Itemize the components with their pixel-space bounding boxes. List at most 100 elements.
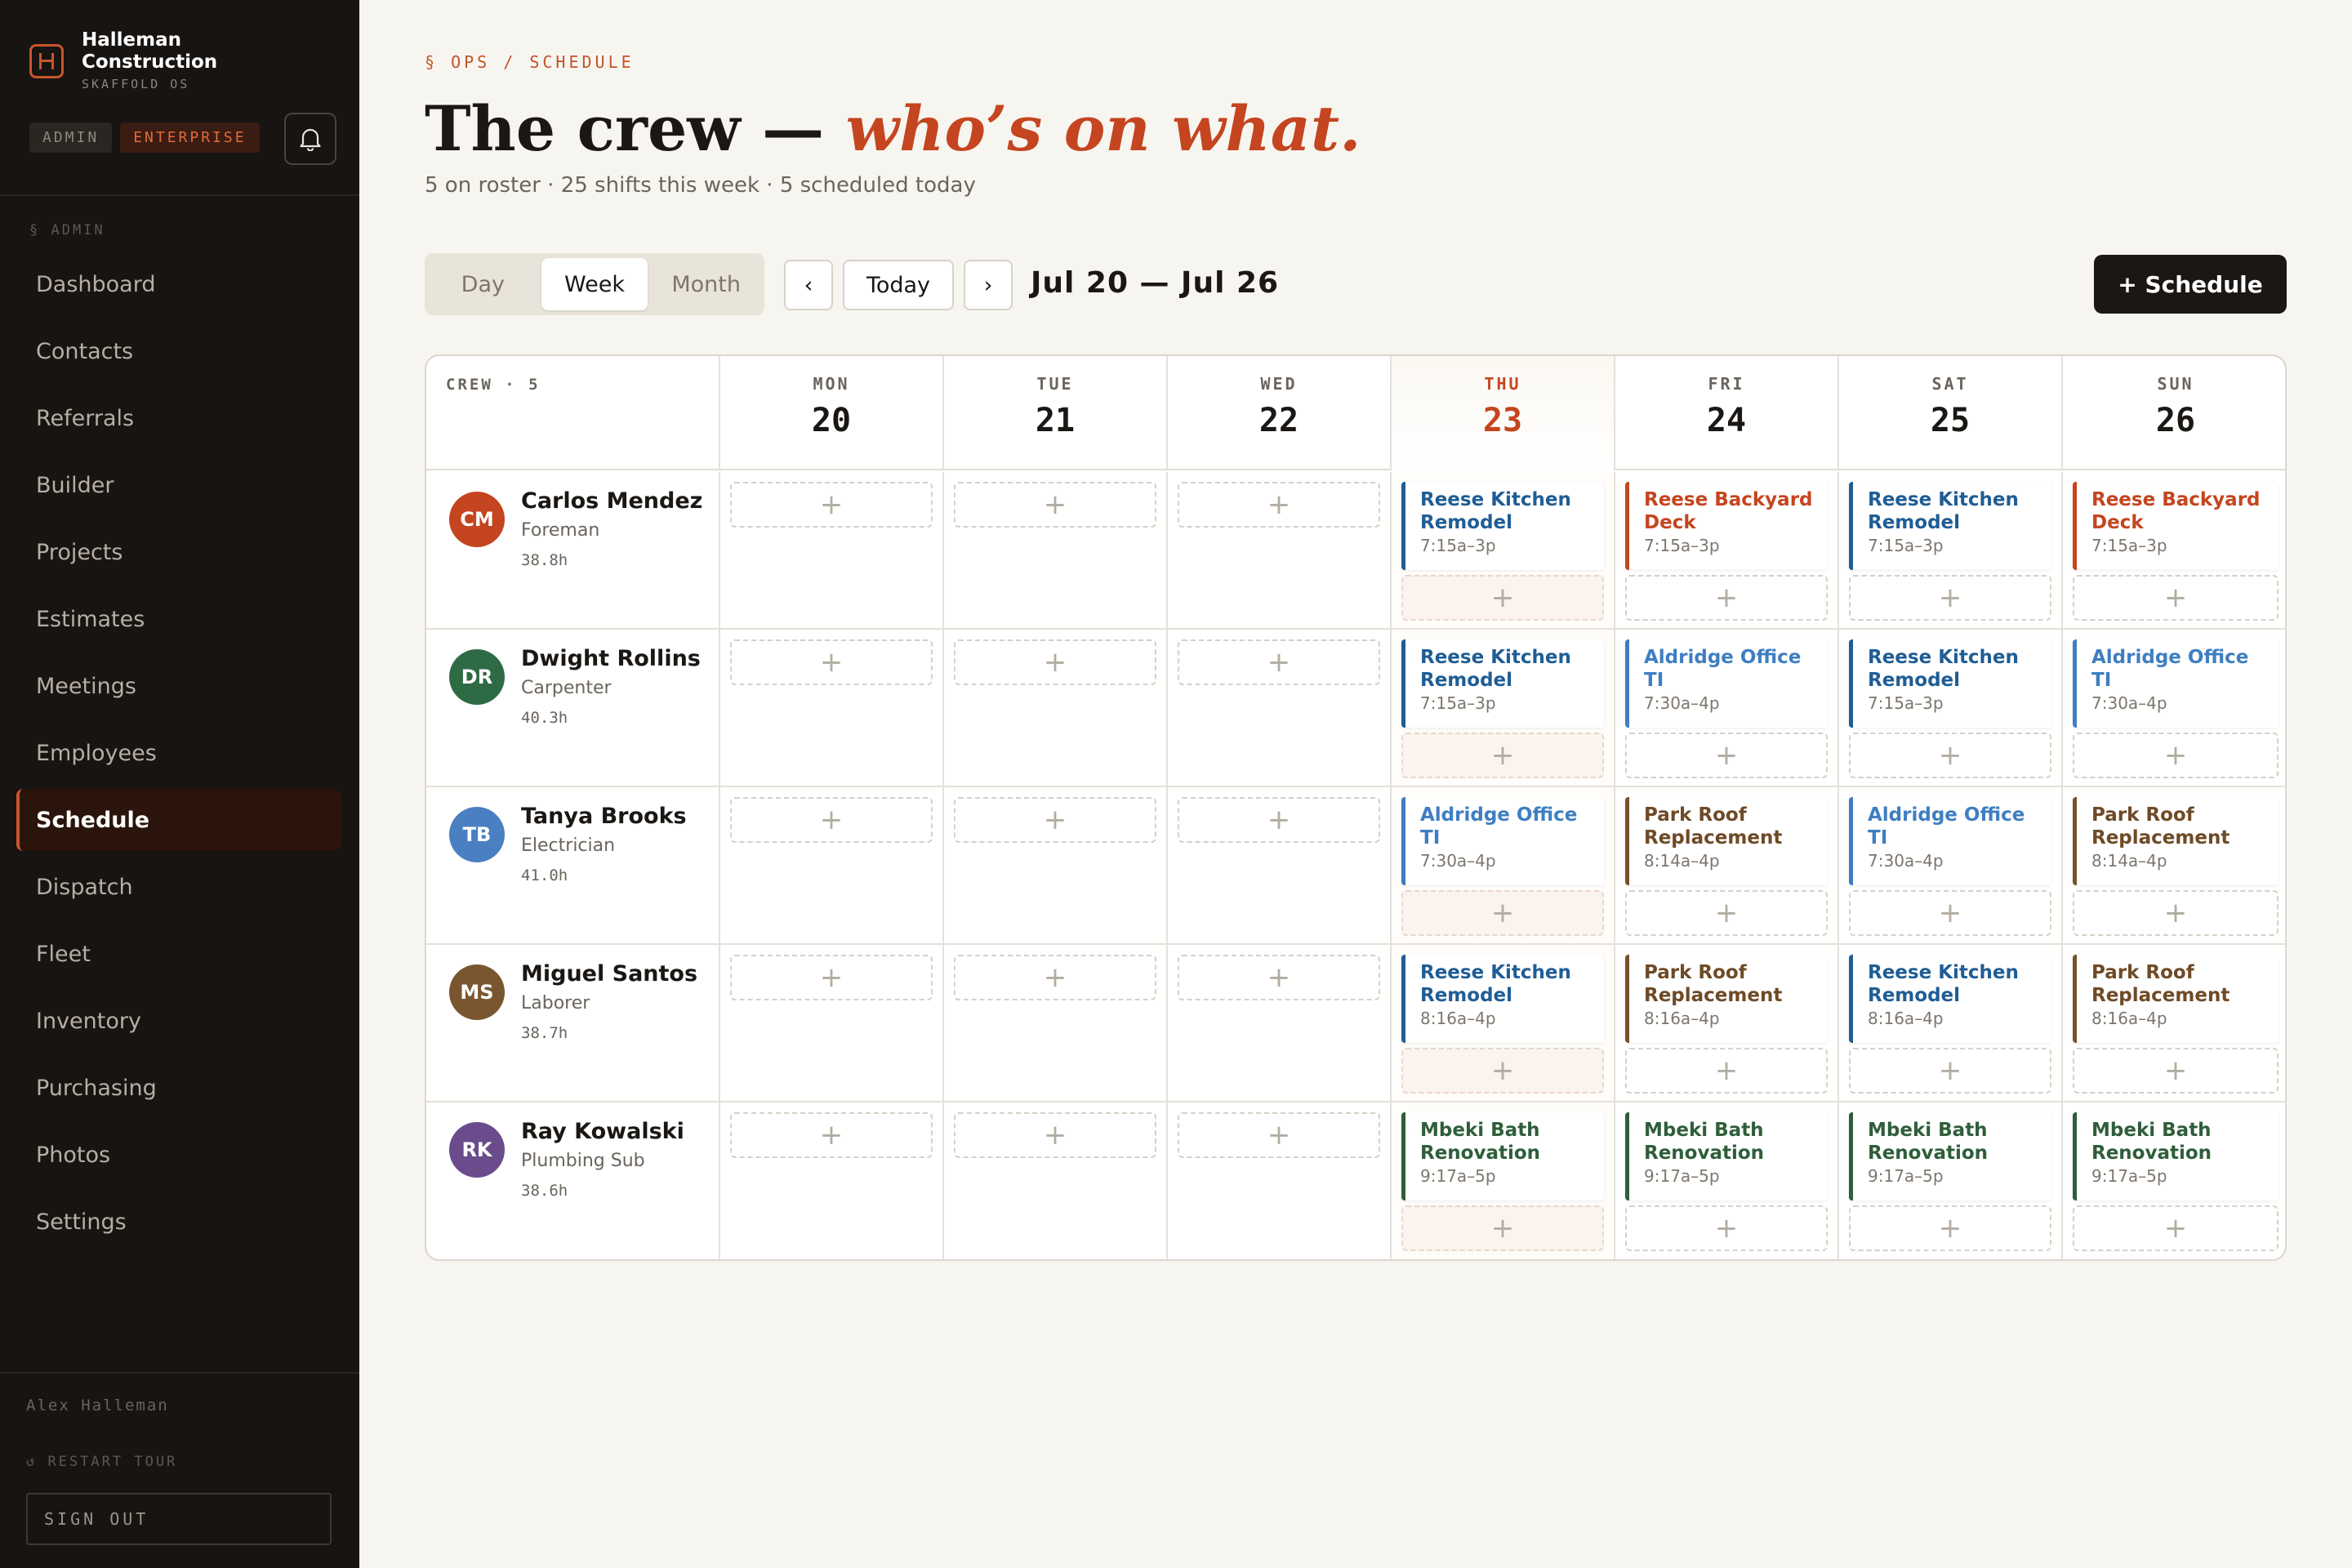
schedule-cell: + <box>1166 945 1390 1101</box>
sidebar-item-employees[interactable]: Employees <box>16 722 341 784</box>
add-shift-button[interactable]: + <box>1849 890 2051 936</box>
sidebar-nav: Dashboard Contacts Referrals Builder Project… <box>16 253 341 1258</box>
sidebar-item-schedule[interactable]: Schedule <box>16 789 341 851</box>
shift-card[interactable]: Aldridge Office TI 7:30a–4p <box>1401 797 1604 885</box>
add-shift-button[interactable]: + <box>1625 890 1828 936</box>
add-shift-button[interactable]: + <box>954 482 1156 528</box>
add-shift-button[interactable]: + <box>954 639 1156 685</box>
sidebar-item-projects[interactable]: Projects <box>16 521 341 583</box>
sidebar-item-builder[interactable]: Builder <box>16 454 341 516</box>
crew-name-text: Dwight Rollins <box>521 646 701 671</box>
sidebar-item-meetings[interactable]: Meetings <box>16 655 341 717</box>
shift-card[interactable]: Park Roof Replacement 8:14a–4p <box>1625 797 1828 885</box>
sidebar-item-settings[interactable]: Settings <box>16 1191 341 1253</box>
sidebar-section-label: § ADMIN <box>29 222 105 238</box>
shift-card[interactable]: Reese Kitchen Remodel 7:15a–3p <box>1849 482 2051 570</box>
crew-member[interactable]: DR Dwight Rollins Carpenter 40.3h <box>426 630 719 786</box>
shift-card[interactable]: Mbeki Bath Renovation 9:17a–5p <box>1849 1112 2051 1200</box>
shift-project: Reese Kitchen Remodel <box>1420 647 1571 691</box>
restart-tour-link[interactable]: ↺ RESTART TOUR <box>26 1454 177 1470</box>
add-shift-button[interactable]: + <box>1625 733 1828 778</box>
add-shift-button[interactable]: + <box>2073 733 2278 778</box>
add-shift-button[interactable]: + <box>1401 575 1604 621</box>
add-shift-button[interactable]: + <box>1625 575 1828 621</box>
crew-column-header: CREW · 5 <box>446 376 541 394</box>
sidebar-item-purchasing[interactable]: Purchasing <box>16 1057 341 1119</box>
add-shift-button[interactable]: + <box>730 639 933 685</box>
shift-card[interactable]: Aldridge Office TI 7:30a–4p <box>1625 639 1828 728</box>
add-shift-button[interactable]: + <box>1849 575 2051 621</box>
add-shift-button[interactable]: + <box>1401 733 1604 778</box>
day-header-tue: TUE 21 <box>942 356 1166 470</box>
sign-out-button[interactable]: SIGN OUT <box>26 1493 332 1545</box>
add-shift-button[interactable]: + <box>730 955 933 1000</box>
add-shift-button[interactable]: + <box>1178 482 1380 528</box>
add-shift-button[interactable]: + <box>1401 1205 1604 1251</box>
add-shift-button[interactable]: + <box>1178 955 1380 1000</box>
add-shift-button[interactable]: + <box>954 955 1156 1000</box>
crew-member[interactable]: CM Carlos Mendez Foreman 38.8h <box>426 472 719 628</box>
shift-card[interactable]: Park Roof Replacement 8:16a–4p <box>1625 955 1828 1043</box>
add-shift-button[interactable]: + <box>1849 733 2051 778</box>
sidebar-item-estimates[interactable]: Estimates <box>16 588 341 650</box>
shift-card[interactable]: Park Roof Replacement 8:14a–4p <box>2073 797 2278 885</box>
schedule-cell: Reese Kitchen Remodel 7:15a–3p + <box>1390 472 1614 628</box>
view-tab-day[interactable]: Day <box>430 258 537 310</box>
crew-member[interactable]: MS Miguel Santos Laborer 38.7h <box>426 945 719 1101</box>
shift-card[interactable]: Aldridge Office TI 7:30a–4p <box>2073 639 2278 728</box>
add-shift-button[interactable]: + <box>1625 1205 1828 1251</box>
shift-card[interactable]: Reese Kitchen Remodel 7:15a–3p <box>1849 639 2051 728</box>
shift-card[interactable]: Mbeki Bath Renovation 9:17a–5p <box>2073 1112 2278 1200</box>
add-shift-button[interactable]: + <box>2073 1048 2278 1094</box>
shift-card[interactable]: Reese Kitchen Remodel 8:16a–4p <box>1849 955 2051 1043</box>
page-title: The crew — who’s on what. <box>425 88 1361 170</box>
shift-card[interactable]: Reese Kitchen Remodel 8:16a–4p <box>1401 955 1604 1043</box>
shift-card[interactable]: Reese Backyard Deck 7:15a–3p <box>1625 482 1828 570</box>
view-tab-week[interactable]: Week <box>541 258 648 310</box>
add-shift-button[interactable]: + <box>2073 890 2278 936</box>
add-shift-button[interactable]: + <box>1625 1048 1828 1094</box>
sidebar-item-dispatch[interactable]: Dispatch <box>16 856 341 918</box>
add-shift-button[interactable]: + <box>730 1112 933 1158</box>
schedule-cell: Park Roof Replacement 8:14a–4p + <box>1614 787 1838 943</box>
shift-card[interactable]: Mbeki Bath Renovation 9:17a–5p <box>1401 1112 1604 1200</box>
add-shift-button[interactable]: + <box>730 482 933 528</box>
sidebar-item-photos[interactable]: Photos <box>16 1124 341 1186</box>
add-schedule-button[interactable]: + Schedule <box>2094 255 2287 314</box>
add-shift-button[interactable]: + <box>1849 1048 2051 1094</box>
shift-card[interactable]: Park Roof Replacement 8:16a–4p <box>2073 955 2278 1043</box>
sidebar-item-contacts[interactable]: Contacts <box>16 320 341 382</box>
add-shift-button[interactable]: + <box>1401 1048 1604 1094</box>
prev-week-button[interactable]: ‹ <box>784 260 833 310</box>
today-button[interactable]: Today <box>843 260 954 310</box>
shift-card[interactable]: Mbeki Bath Renovation 9:17a–5p <box>1625 1112 1828 1200</box>
sidebar-item-referrals[interactable]: Referrals <box>16 387 341 449</box>
shift-card[interactable]: Reese Kitchen Remodel 7:15a–3p <box>1401 482 1604 570</box>
day-number: 21 <box>1035 402 1076 439</box>
add-shift-button[interactable]: + <box>2073 575 2278 621</box>
brand[interactable]: Halleman Construction SKAFFOLD OS <box>29 29 245 91</box>
add-shift-button[interactable]: + <box>1401 890 1604 936</box>
add-shift-button[interactable]: + <box>954 797 1156 843</box>
crew-member[interactable]: TB Tanya Brooks Electrician 41.0h <box>426 787 719 943</box>
day-number: 24 <box>1706 402 1747 439</box>
shift-project: Park Roof Replacement <box>1644 804 1783 849</box>
shift-card[interactable]: Reese Backyard Deck 7:15a–3p <box>2073 482 2278 570</box>
add-shift-button[interactable]: + <box>730 797 933 843</box>
add-shift-button[interactable]: + <box>1178 1112 1380 1158</box>
add-shift-button[interactable]: + <box>1178 797 1380 843</box>
add-shift-button[interactable]: + <box>1849 1205 2051 1251</box>
shift-project: Mbeki Bath Renovation <box>1868 1120 1989 1164</box>
sidebar-item-fleet[interactable]: Fleet <box>16 923 341 985</box>
view-tab-month[interactable]: Month <box>653 258 760 310</box>
shift-card[interactable]: Reese Kitchen Remodel 7:15a–3p <box>1401 639 1604 728</box>
shift-card[interactable]: Aldridge Office TI 7:30a–4p <box>1849 797 2051 885</box>
add-shift-button[interactable]: + <box>1178 639 1380 685</box>
sidebar-item-inventory[interactable]: Inventory <box>16 990 341 1052</box>
next-week-button[interactable]: › <box>964 260 1013 310</box>
crew-member[interactable]: RK Ray Kowalski Plumbing Sub 38.6h <box>426 1102 719 1259</box>
sidebar-item-dashboard[interactable]: Dashboard <box>16 253 341 315</box>
add-shift-button[interactable]: + <box>954 1112 1156 1158</box>
notifications-button[interactable] <box>284 113 336 165</box>
add-shift-button[interactable]: + <box>2073 1205 2278 1251</box>
